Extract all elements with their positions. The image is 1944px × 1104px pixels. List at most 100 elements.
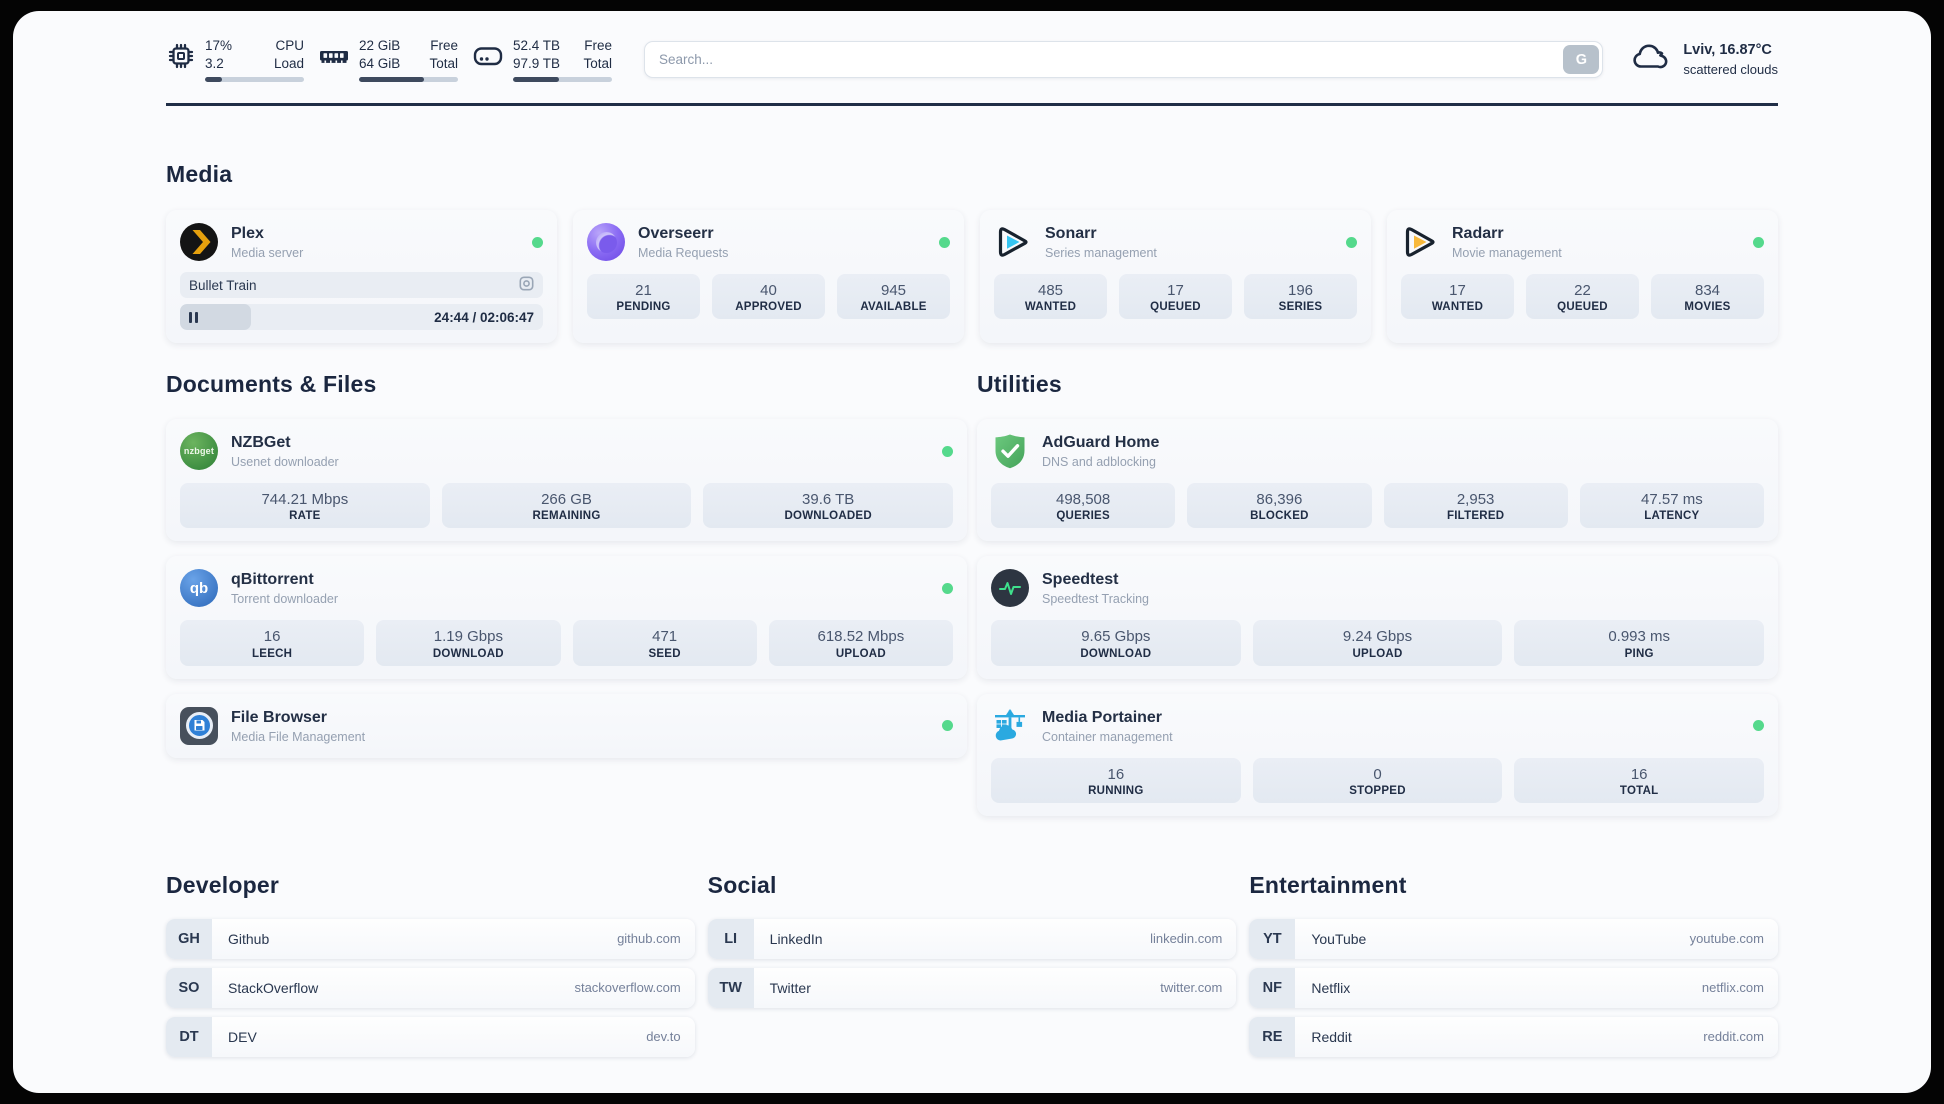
now-playing-row: Bullet Train xyxy=(180,272,543,299)
plex-icon xyxy=(180,223,218,262)
link-badge: GH xyxy=(166,918,212,959)
session-icon xyxy=(519,276,534,294)
link-row-dev[interactable]: DT DEV dev.to xyxy=(166,1016,695,1057)
app-name: Overseerr xyxy=(638,225,714,242)
app-subtitle: Container management xyxy=(1042,729,1173,744)
status-dot xyxy=(942,720,953,732)
app-subtitle: Movie management xyxy=(1452,246,1562,261)
stat-tile: 618.52 Mbps UPLOAD xyxy=(768,620,953,666)
weather-location-temp: Lviv, 16.87°C xyxy=(1683,42,1772,59)
app-name: File Browser xyxy=(231,708,328,726)
app-card-filebrowser[interactable]: File Browser Media File Management xyxy=(166,693,967,758)
link-row-stackoverflow[interactable]: SO StackOverflow stackoverflow.com xyxy=(166,967,695,1008)
cpu-load: 3.2 xyxy=(205,55,224,71)
stat-tile: 16 TOTAL xyxy=(1514,757,1765,803)
app-card-sonarr[interactable]: Sonarr Series management 485 WANTED 17 QUE… xyxy=(980,210,1371,344)
section-title-utilities: Utilities xyxy=(977,371,1062,398)
stat-tile: 47.57 ms LATENCY xyxy=(1579,483,1764,529)
stat-tile: 86,396 BLOCKED xyxy=(1187,483,1372,529)
topbar: 17% CPU 3.2 Load 22 GiB Free 64 GiB Total xyxy=(166,11,1778,83)
ram-stat: 22 GiB Free 64 GiB Total xyxy=(318,37,458,83)
disk-progress xyxy=(513,77,612,83)
portainer-icon xyxy=(991,707,1029,745)
cpu-usage: 17% xyxy=(205,38,233,53)
link-badge: RE xyxy=(1249,1016,1296,1057)
app-name: Speedtest xyxy=(1042,571,1119,589)
link-row-youtube[interactable]: YT YouTube youtube.com xyxy=(1249,918,1778,959)
link-row-reddit[interactable]: RE Reddit reddit.com xyxy=(1249,1016,1778,1057)
link-row-linkedin[interactable]: LI LinkedIn linkedin.com xyxy=(707,918,1237,959)
app-card-qbittorrent[interactable]: qb qBittorrent Torrent downloader 16 LEEC… xyxy=(166,556,967,679)
stat-tile: 196 SERIES xyxy=(1244,274,1357,320)
stat-tile: 266 GB REMAINING xyxy=(441,483,692,529)
app-name: Sonarr xyxy=(1045,225,1097,242)
pause-icon xyxy=(189,311,192,323)
link-url: youtube.com xyxy=(1689,931,1764,947)
cpu-icon xyxy=(166,37,196,76)
cpu-load-label: Load xyxy=(273,55,304,71)
stat-tile: 9.24 Gbps UPLOAD xyxy=(1252,620,1503,666)
overseerr-icon xyxy=(587,223,625,262)
stat-tile: 744.21 Mbps RATE xyxy=(180,483,430,529)
section-title-documents: Documents & Files xyxy=(166,371,377,398)
stat-tile: 9.65 Gbps DOWNLOAD xyxy=(991,620,1241,666)
app-subtitle: Speedtest Tracking xyxy=(1042,592,1150,607)
utilities-section: Utilities AdGuard Home DNS and adblockin… xyxy=(977,343,1778,816)
link-url: linkedin.com xyxy=(1150,931,1223,947)
ram-free: 22 GiB xyxy=(359,38,401,53)
section-title-social: Social xyxy=(707,871,777,898)
link-row-twitter[interactable]: TW Twitter twitter.com xyxy=(707,967,1237,1008)
link-name: LinkedIn xyxy=(769,930,823,947)
disk-progress-fill xyxy=(513,77,559,83)
status-dot xyxy=(942,445,953,457)
header-divider xyxy=(166,103,1778,107)
link-badge: LI xyxy=(707,918,754,959)
status-dot xyxy=(939,236,950,248)
dashboard: 17% CPU 3.2 Load 22 GiB Free 64 GiB Total xyxy=(13,11,1931,1093)
app-subtitle: Torrent downloader xyxy=(231,592,339,607)
link-name: Reddit xyxy=(1311,1028,1352,1045)
app-card-nzbget[interactable]: nzbget NZBGet Usenet downloader 744.21 M… xyxy=(166,419,967,542)
app-subtitle: Usenet downloader xyxy=(231,455,339,470)
filebrowser-icon xyxy=(180,706,218,745)
link-badge: DT xyxy=(166,1016,212,1057)
radarr-icon xyxy=(1401,223,1439,261)
system-stats: 17% CPU 3.2 Load 22 GiB Free 64 GiB Total xyxy=(166,37,612,83)
link-row-netflix[interactable]: NF Netflix netflix.com xyxy=(1249,967,1778,1008)
cloud-icon xyxy=(1629,40,1669,79)
app-card-portainer[interactable]: Media Portainer Container management 16 R… xyxy=(977,693,1778,816)
stat-tile: 0 STOPPED xyxy=(1252,757,1503,803)
social-section: Social LI LinkedIn linkedin.com TW Twitt… xyxy=(707,816,1237,1066)
search-engine-button[interactable]: G xyxy=(1563,45,1600,75)
app-card-speedtest[interactable]: Speedtest Speedtest Tracking 9.65 Gbps DO… xyxy=(977,556,1778,679)
link-badge: YT xyxy=(1249,918,1296,959)
cpu-stat: 17% CPU 3.2 Load xyxy=(166,37,304,83)
search-input[interactable] xyxy=(644,41,1604,79)
nzbget-icon: nzbget xyxy=(180,432,218,471)
stat-tile: 40 APPROVED xyxy=(712,274,825,320)
stat-tile: 16 RUNNING xyxy=(991,757,1241,803)
section-title-developer: Developer xyxy=(166,871,280,898)
app-name: Media Portainer xyxy=(1042,708,1163,726)
app-card-overseerr[interactable]: Overseerr Media Requests 21 PENDING 40 APP… xyxy=(573,210,964,344)
search-bar: G xyxy=(644,41,1604,79)
cpu-progress-fill xyxy=(205,77,222,83)
link-url: stackoverflow.com xyxy=(574,980,681,996)
stat-tile: 2,953 FILTERED xyxy=(1383,483,1568,529)
link-name: StackOverflow xyxy=(228,979,319,996)
app-card-adguard[interactable]: AdGuard Home DNS and adblocking 498,508 Q… xyxy=(977,419,1778,542)
disk-total-label: Total xyxy=(583,55,612,71)
app-card-plex[interactable]: Plex Media server Bullet Train 24:44 / 0 xyxy=(166,210,557,344)
link-name: DEV xyxy=(228,1028,257,1045)
app-subtitle: Media server xyxy=(231,246,304,261)
status-dot xyxy=(1753,720,1764,732)
entertainment-section: Entertainment YT YouTube youtube.com NF … xyxy=(1249,816,1778,1066)
status-dot xyxy=(1753,236,1764,248)
link-row-github[interactable]: GH Github github.com xyxy=(166,918,695,959)
status-dot xyxy=(942,582,953,594)
now-playing-title: Bullet Train xyxy=(189,277,257,293)
app-card-radarr[interactable]: Radarr Movie management 17 WANTED 22 QUEUE… xyxy=(1387,210,1778,344)
disk-total: 97.9 TB xyxy=(513,55,561,71)
playback-progress-fill xyxy=(180,304,251,331)
cpu-label: CPU xyxy=(275,38,304,53)
